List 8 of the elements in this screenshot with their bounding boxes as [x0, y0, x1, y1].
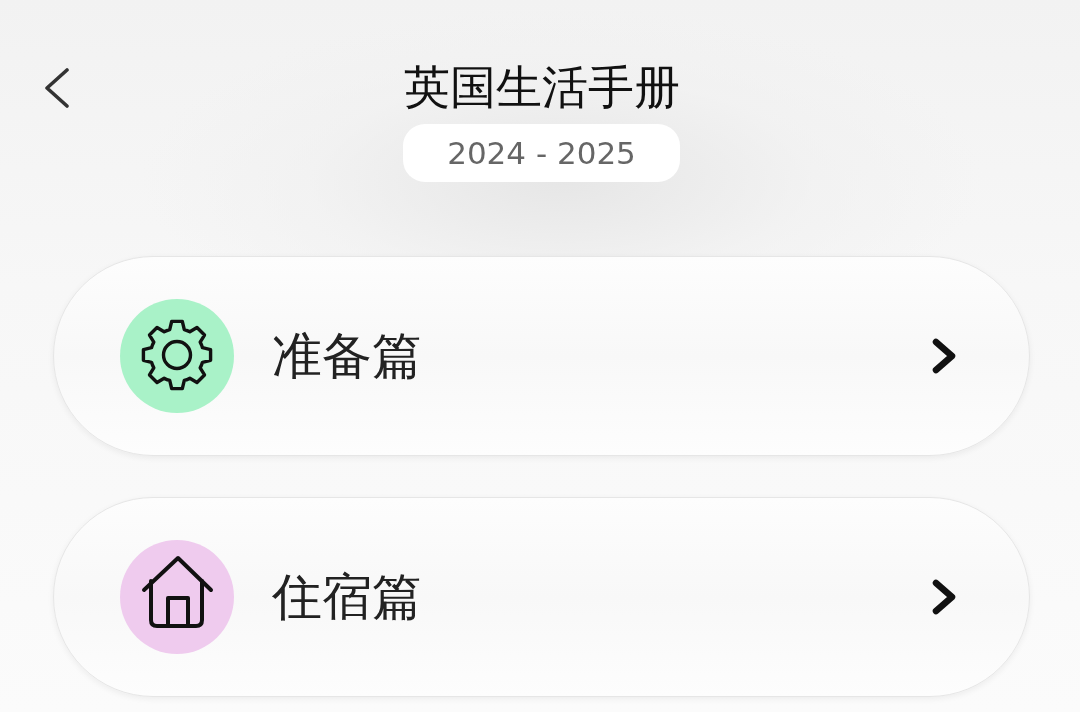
back-icon: [43, 68, 71, 108]
section-card[interactable]: 准备篇: [53, 256, 1030, 456]
page-title: 英国生活手册: [403, 59, 680, 116]
back-button[interactable]: [43, 68, 71, 108]
year-range-label: 2024 - 2025: [403, 124, 680, 182]
section-card[interactable]: 住宿篇: [53, 497, 1030, 697]
chevron-right-icon: [931, 337, 957, 375]
chevron-right-icon: [931, 578, 957, 616]
